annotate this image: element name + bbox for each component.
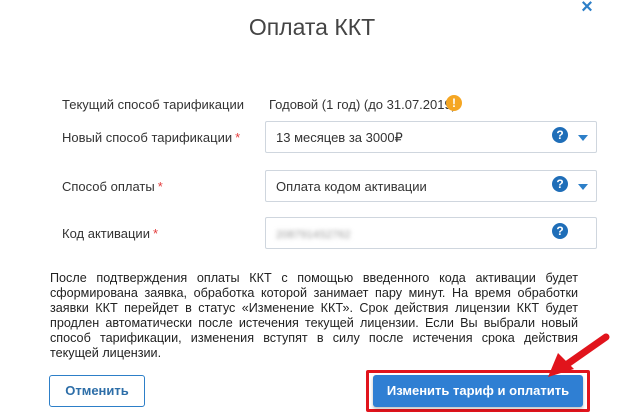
activation-code-row: Код активации * 2087914S2762 ? (62, 217, 597, 251)
new-tariff-row: Новый способ тарификации * 13 месяцев за … (62, 121, 597, 155)
current-tariff-value: Годовой (1 год) (до 31.07.2019) (269, 97, 457, 112)
payment-dialog: × Оплата ККТ Текущий способ тарификации … (0, 0, 624, 416)
new-tariff-label-text: Новый способ тарификации (62, 130, 233, 145)
activation-code-value: 2087914S2762 (276, 229, 351, 241)
info-text: После подтверждения оплаты ККТ с помощью… (50, 271, 578, 360)
cancel-button[interactable]: Отменить (49, 375, 145, 407)
required-mark: * (152, 226, 159, 241)
activation-code-label-text: Код активации (62, 226, 150, 241)
payment-method-select[interactable]: Оплата кодом активации (265, 170, 597, 202)
payment-method-label-text: Способ оплаты (62, 179, 155, 194)
red-arrow-icon (548, 333, 610, 377)
warning-icon[interactable]: ! (446, 95, 462, 111)
current-tariff-row: Текущий способ тарификации Годовой (1 го… (62, 88, 582, 122)
help-icon[interactable]: ? (552, 223, 568, 239)
help-icon[interactable]: ? (552, 176, 568, 192)
chevron-down-icon[interactable] (578, 184, 588, 190)
new-tariff-selected: 13 месяцев за 3000₽ (276, 130, 403, 145)
new-tariff-label: Новый способ тарификации * (62, 130, 240, 145)
payment-method-label: Способ оплаты * (62, 179, 163, 194)
required-mark: * (157, 179, 163, 194)
payment-method-row: Способ оплаты * Оплата кодом активации ? (62, 170, 597, 204)
current-tariff-label: Текущий способ тарификации (62, 97, 244, 112)
help-icon[interactable]: ? (552, 127, 568, 143)
payment-method-selected: Оплата кодом активации (276, 179, 427, 194)
dialog-title: Оплата ККТ (248, 14, 376, 40)
activation-code-label: Код активации * (62, 226, 158, 241)
activation-code-field[interactable]: 2087914S2762 (265, 217, 597, 249)
required-mark: * (235, 130, 241, 145)
chevron-down-icon[interactable] (578, 135, 588, 141)
new-tariff-select[interactable]: 13 месяцев за 3000₽ (265, 121, 597, 153)
